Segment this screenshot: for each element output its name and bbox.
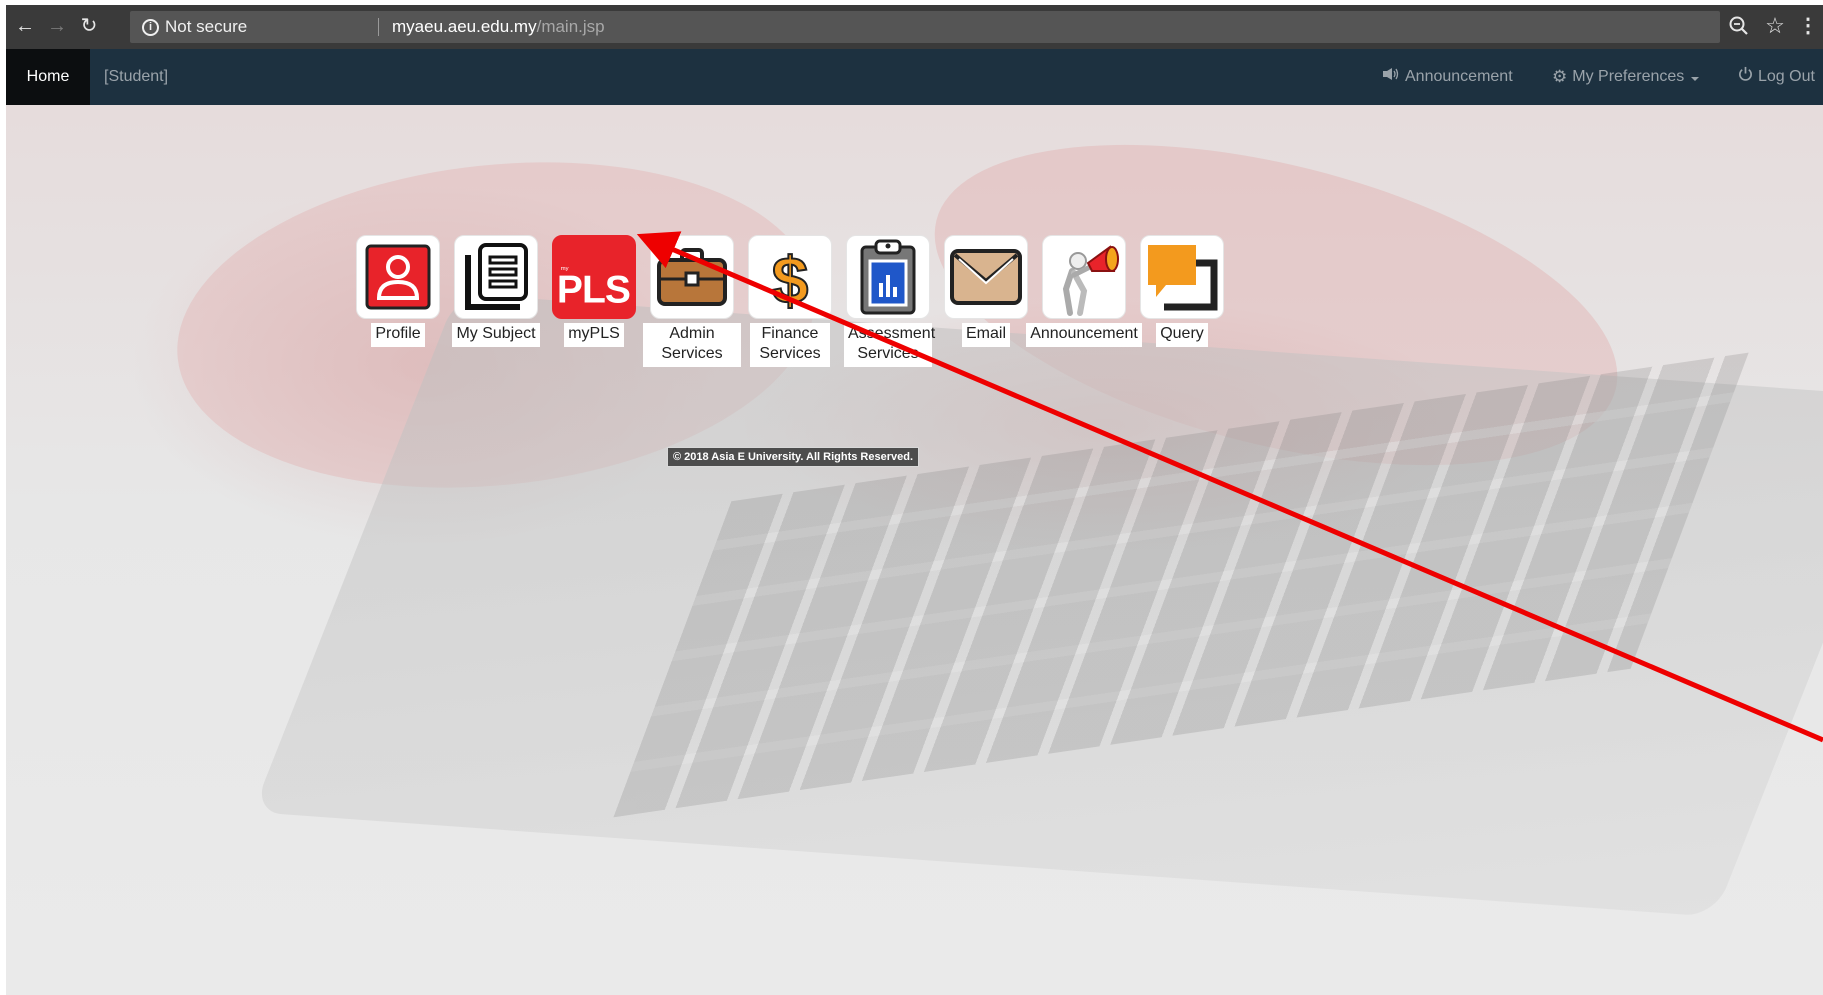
svg-text:$: $ [772, 243, 809, 313]
app-tiles-row: Profile My Subject my PLS myPLS Admin Ser… [356, 235, 1224, 367]
forward-arrow-icon[interactable]: → [44, 13, 70, 39]
reload-icon[interactable]: ↻ [76, 13, 102, 39]
document-list-icon[interactable] [454, 235, 538, 319]
profile-icon[interactable] [356, 235, 440, 319]
tile-label[interactable]: Query [1156, 323, 1208, 347]
address-bar[interactable]: i Not secure myaeu.aeu.edu.my/main.jsp [130, 11, 1720, 43]
tile-query[interactable]: Query [1140, 235, 1224, 367]
tile-finance-services[interactable]: $ Finance Services [748, 235, 832, 367]
envelope-icon[interactable] [944, 235, 1028, 319]
zoom-icon[interactable] [1726, 13, 1752, 39]
tile-assessment-services[interactable]: Assessment Services [844, 235, 935, 367]
address-divider [378, 18, 379, 36]
browser-window: ← → ↻ i Not secure myaeu.aeu.edu.my/main… [6, 5, 1823, 995]
back-arrow-icon[interactable]: ← [12, 13, 38, 39]
footer-copyright: © 2018 Asia E University. All Rights Res… [667, 447, 920, 467]
security-indicator[interactable]: i Not secure [142, 11, 247, 43]
browser-toolbar: ← → ↻ i Not secure myaeu.aeu.edu.my/main… [6, 5, 1823, 49]
site-navbar: Home [Student] Announcement ⚙ My Prefere… [6, 49, 1823, 105]
tile-label[interactable]: Announcement [1026, 323, 1142, 347]
tile-label[interactable]: Assessment Services [844, 323, 935, 367]
tile-label[interactable]: Finance Services [750, 323, 830, 367]
tile-announcement[interactable]: Announcement [1026, 235, 1142, 367]
svg-text:PLS: PLS [557, 268, 630, 311]
nav-home[interactable]: Home [6, 49, 90, 105]
gear-icon: ⚙ [1552, 67, 1568, 86]
nav-announcement-label: Announcement [1405, 68, 1513, 85]
nav-preferences-label: My Preferences [1572, 68, 1685, 85]
nav-role-label: [Student] [104, 68, 169, 85]
power-icon [1738, 49, 1753, 105]
mypls-logo-icon[interactable]: my PLS [552, 235, 636, 319]
tile-label[interactable]: My Subject [452, 323, 540, 347]
tile-email[interactable]: Email [944, 235, 1028, 367]
tile-label[interactable]: Profile [371, 323, 425, 347]
tile-label[interactable]: Admin Services [643, 323, 741, 367]
tile-mypls[interactable]: my PLS myPLS [552, 235, 636, 367]
tile-label[interactable]: Email [961, 323, 1010, 347]
dollar-icon[interactable]: $ [748, 235, 832, 319]
security-label: Not secure [165, 17, 248, 36]
tile-label[interactable]: myPLS [564, 323, 624, 347]
tile-admin-services[interactable]: Admin Services [643, 235, 741, 367]
tile-profile[interactable]: Profile [356, 235, 440, 367]
tile-my-subject[interactable]: My Subject [452, 235, 540, 367]
kebab-menu-icon[interactable]: ⋮ [1798, 13, 1818, 39]
speaker-icon [1382, 49, 1400, 105]
chat-bubble-icon[interactable] [1140, 235, 1224, 319]
url-path: /main.jsp [536, 17, 605, 36]
briefcase-icon[interactable] [650, 235, 734, 319]
clipboard-chart-icon[interactable] [846, 235, 930, 319]
nav-logout[interactable]: Log Out [1738, 49, 1815, 105]
caret-down-icon [1691, 76, 1700, 81]
url-host: myaeu.aeu.edu.my [392, 17, 537, 36]
main-content: Profile My Subject my PLS myPLS Admin Ser… [6, 105, 1823, 995]
nav-preferences-dropdown[interactable]: ⚙ My Preferences [1552, 49, 1700, 105]
nav-logout-label: Log Out [1758, 68, 1815, 85]
megaphone-icon[interactable] [1042, 235, 1126, 319]
nav-announcement[interactable]: Announcement [1382, 49, 1513, 105]
bookmark-star-icon[interactable]: ☆ [1762, 13, 1788, 39]
info-icon: i [142, 18, 159, 36]
url-text[interactable]: myaeu.aeu.edu.my/main.jsp [392, 11, 605, 43]
